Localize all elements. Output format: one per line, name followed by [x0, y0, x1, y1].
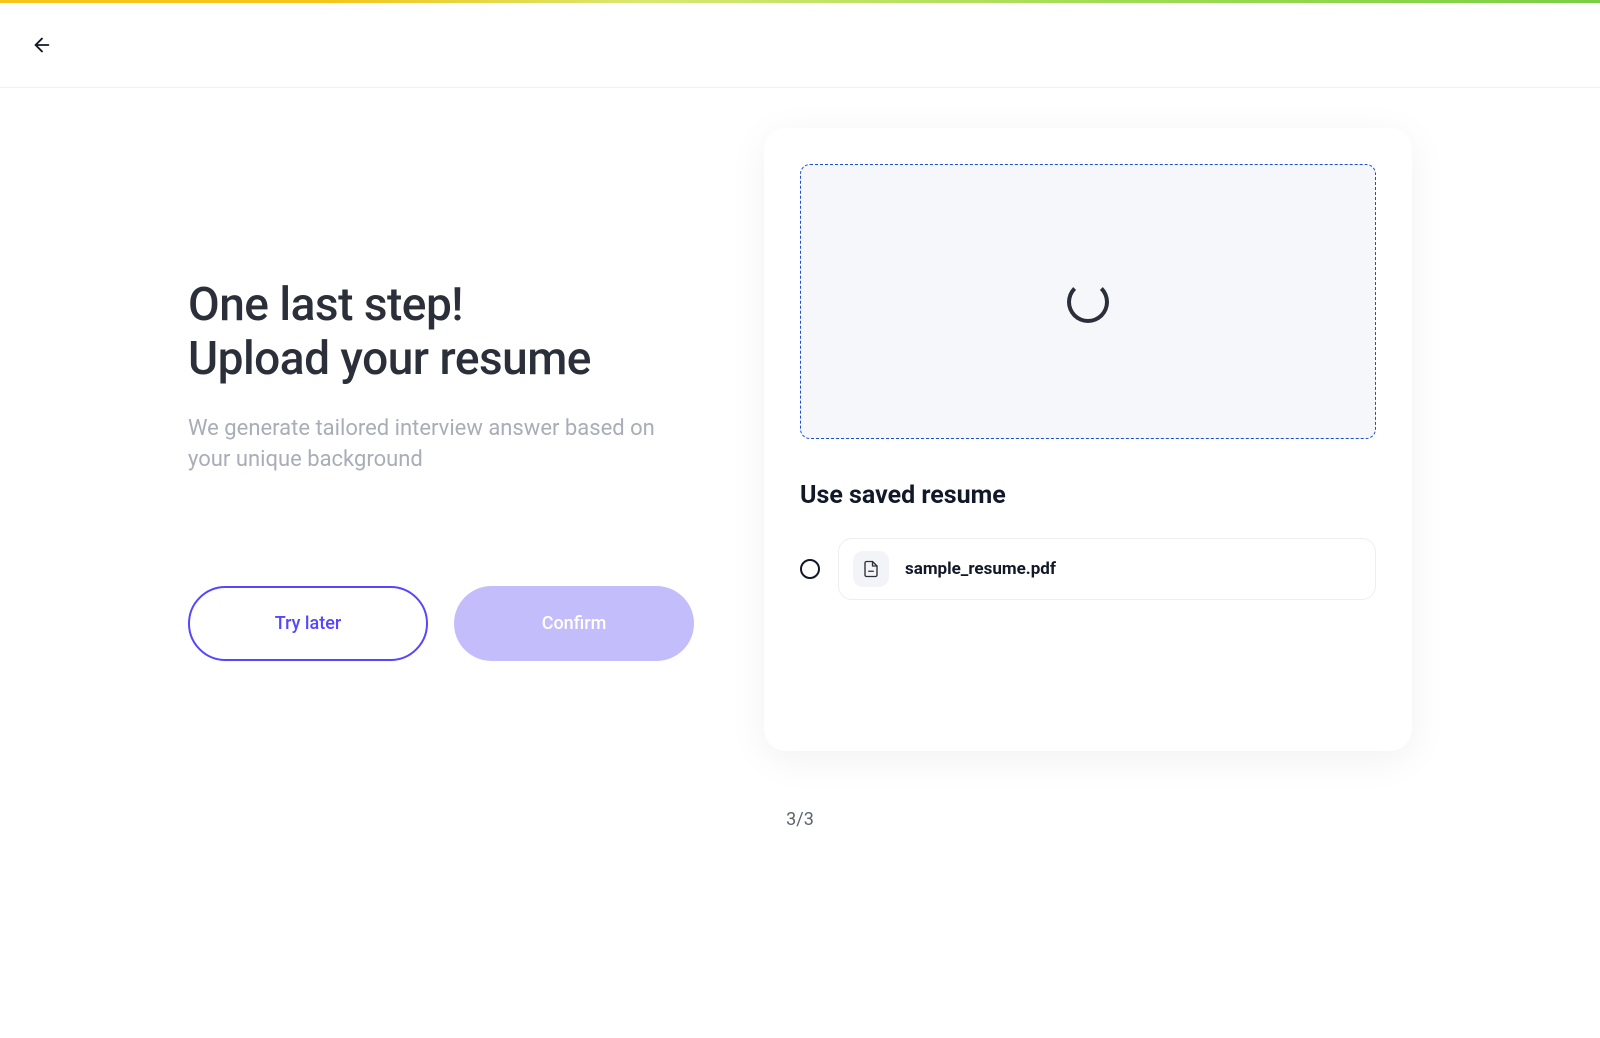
try-later-button[interactable]: Try later [188, 586, 428, 661]
saved-resume-row: sample_resume.pdf [800, 538, 1376, 600]
upload-dropzone[interactable] [800, 164, 1376, 439]
page-subtitle: We generate tailored interview answer ba… [188, 414, 668, 476]
file-icon [853, 551, 889, 587]
upload-card: Use saved resume sample_resume.pdf [764, 128, 1412, 751]
confirm-button[interactable]: Confirm [454, 586, 694, 661]
header [0, 3, 1600, 88]
page-body: One last step! Upload your resume We gen… [0, 88, 1600, 1038]
step-pager: 3/3 [0, 809, 1600, 830]
arrow-left-icon [31, 34, 53, 56]
back-button[interactable] [28, 31, 56, 59]
title-line-1: One last step! [188, 278, 463, 332]
saved-resume-item[interactable]: sample_resume.pdf [838, 538, 1376, 600]
loading-spinner-icon [1067, 281, 1109, 323]
title-line-2: Upload your resume [188, 332, 591, 386]
saved-resume-heading: Use saved resume [800, 481, 1376, 510]
content-row: One last step! Upload your resume We gen… [130, 128, 1470, 751]
saved-resume-filename: sample_resume.pdf [905, 559, 1056, 579]
saved-resume-radio[interactable] [800, 559, 820, 579]
left-column: One last step! Upload your resume We gen… [188, 128, 708, 751]
button-row: Try later Confirm [188, 586, 708, 661]
page-title: One last step! Upload your resume [188, 278, 708, 387]
